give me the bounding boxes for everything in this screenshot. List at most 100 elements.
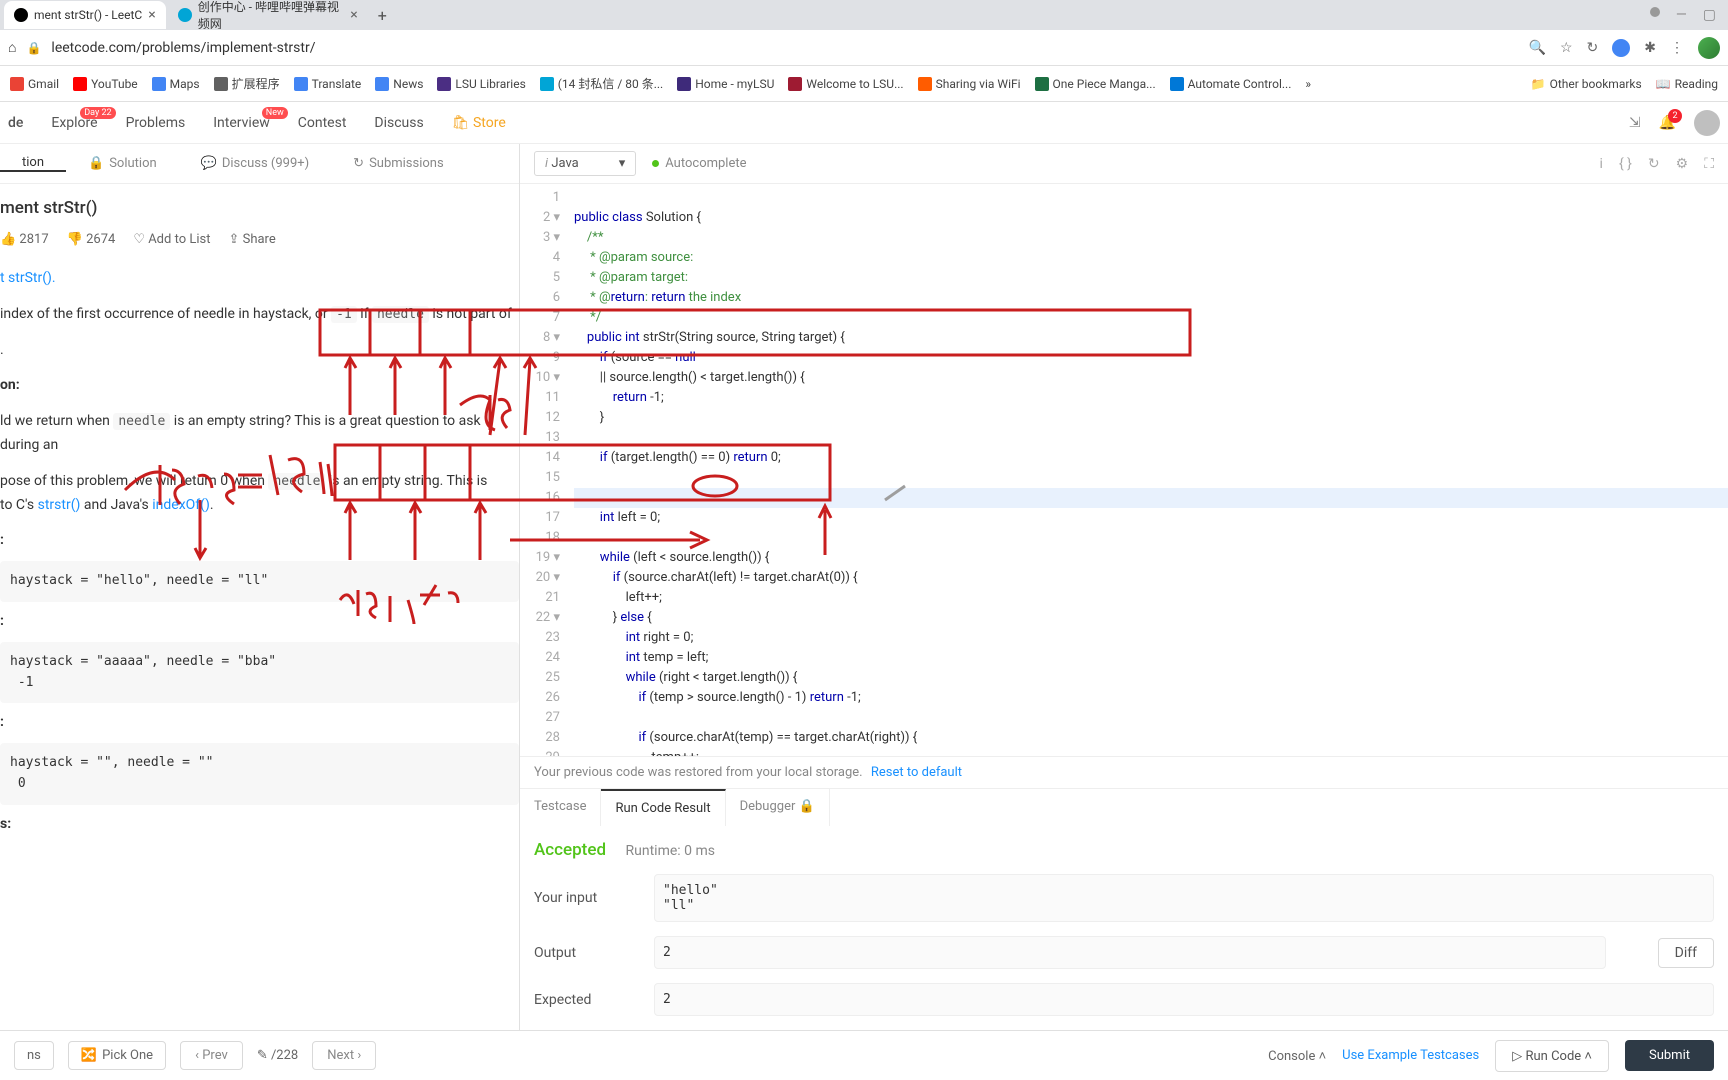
problem-meta: 👍 2817 👎 2674 ♡ Add to List ⇪ Share — [0, 232, 519, 247]
bookmark-item[interactable]: Maps — [152, 75, 200, 92]
lock-icon: 🔒 — [799, 799, 815, 814]
bookmarks-bar: Gmail YouTube Maps 扩展程序 Translate News LSU Lib… — [0, 66, 1728, 102]
close-icon[interactable]: × — [350, 7, 357, 23]
editor-pane: i Java▾ Autocomplete i { } ↻ ⚙ ⛶ 12 ▾3 ▾… — [520, 144, 1728, 1030]
braces-icon[interactable]: { } — [1619, 156, 1632, 172]
bookmark-item[interactable]: Automate Control... — [1170, 75, 1292, 92]
logo[interactable]: de — [8, 115, 23, 131]
minimize-icon[interactable]: — — [1676, 7, 1687, 23]
bookmark-item[interactable]: LSU Libraries — [437, 75, 525, 92]
reset-icon[interactable]: ↻ — [1648, 156, 1660, 172]
window-controls: — ▢ — [1650, 7, 1724, 23]
nav-contest[interactable]: Contest — [298, 115, 347, 131]
maximize-icon[interactable]: ▢ — [1703, 7, 1716, 23]
zoom-icon[interactable]: 🔍 — [1529, 40, 1546, 56]
more-bookmarks[interactable]: » — [1305, 77, 1311, 91]
leetcode-nav: de ExploreDay 22 Problems InterviewNew C… — [0, 102, 1728, 144]
result-tabs: Testcase Run Code Result Debugger 🔒 — [520, 788, 1728, 826]
problem-title: ment strStr() — [0, 198, 519, 218]
dislikes[interactable]: 👎 2674 — [67, 232, 116, 247]
nav-store[interactable]: 🛍 Store — [452, 115, 506, 131]
bookmark-item[interactable]: YouTube — [73, 75, 138, 92]
bookmark-item[interactable]: Sharing via WiFi — [918, 75, 1021, 92]
add-to-list[interactable]: ♡ Add to List — [133, 232, 210, 247]
bookmark-item[interactable]: News — [375, 75, 423, 92]
playground-icon[interactable]: ⇲ — [1629, 115, 1641, 131]
bookmark-item[interactable]: 扩展程序 — [214, 75, 280, 92]
code-editor[interactable]: 12 ▾3 ▾45678 ▾910 ▾111213141516171819 ▾2… — [520, 184, 1728, 756]
bookmark-item[interactable]: (14 封私信 / 80 条... — [540, 75, 663, 92]
leetcode-favicon — [14, 8, 28, 22]
settings-icon[interactable]: ⚙ — [1676, 156, 1689, 172]
bookmark-item[interactable]: Gmail — [10, 75, 59, 92]
use-example-testcases[interactable]: Use Example Testcases — [1342, 1048, 1479, 1063]
ns-button[interactable]: ns — [14, 1041, 54, 1070]
other-bookmarks[interactable]: 📁Other bookmarks — [1531, 77, 1642, 91]
bookmark-item[interactable]: Home - myLSU — [677, 75, 774, 92]
google-icon[interactable] — [1612, 39, 1630, 57]
info-icon[interactable]: i — [1600, 156, 1603, 172]
language-select[interactable]: i Java▾ — [534, 151, 636, 176]
debugger-tab[interactable]: Debugger 🔒 — [726, 789, 830, 826]
problem-tabs: tion 🔒 Solution 💬 Discuss (999+) ↻ Submi… — [0, 144, 519, 184]
nav-discuss[interactable]: Discuss — [374, 115, 423, 131]
prev-button[interactable]: ‹ Prev — [180, 1041, 243, 1070]
diff-button[interactable]: Diff — [1658, 938, 1714, 968]
new-tab-button[interactable]: + — [370, 6, 395, 25]
notifications-icon[interactable]: 🔔2 — [1659, 115, 1676, 131]
your-input-label: Your input — [534, 890, 614, 906]
tab-title: 创作中心 - 哔哩哔哩弹幕视频网 — [198, 1, 345, 29]
output-value: 2 — [654, 936, 1606, 969]
your-input-value: "hello" "ll" — [654, 874, 1714, 922]
menu-icon[interactable]: ⋮ — [1670, 40, 1684, 56]
nav-explore[interactable]: ExploreDay 22 — [51, 115, 97, 131]
profile-avatar[interactable] — [1698, 37, 1720, 59]
reading-list[interactable]: 📖Reading — [1656, 77, 1718, 91]
restore-bar: Your previous code was restored from you… — [520, 756, 1728, 788]
next-button[interactable]: Next › — [312, 1041, 376, 1070]
result-body: Accepted Runtime: 0 ms Your input "hello… — [520, 826, 1728, 1030]
status-accepted: Accepted — [534, 840, 606, 860]
console-toggle[interactable]: Console ˄ — [1268, 1048, 1326, 1064]
browser-tab[interactable]: 创作中心 - 哔哩哔哩弹幕视频网 × — [168, 1, 368, 29]
lock-icon[interactable]: 🔒 — [26, 41, 41, 55]
runcode-button[interactable]: ▷ Run Code ˄ — [1495, 1040, 1609, 1072]
bookmark-item[interactable]: One Piece Manga... — [1035, 75, 1156, 92]
status-dot-icon — [652, 160, 659, 167]
problem-count: ✎ /228 — [257, 1048, 298, 1063]
runcode-result-tab[interactable]: Run Code Result — [601, 789, 725, 826]
star-icon[interactable]: ☆ — [1560, 40, 1573, 56]
tab-submissions[interactable]: ↻ Submissions — [331, 156, 466, 171]
home-icon[interactable]: ⌂ — [8, 39, 16, 56]
fullscreen-icon[interactable]: ⛶ — [1704, 156, 1714, 172]
share[interactable]: ⇪ Share — [228, 232, 275, 247]
browser-tab-active[interactable]: ment strStr() - LeetC × — [4, 1, 166, 29]
url-bar: ⌂ 🔒 leetcode.com/problems/implement-strs… — [0, 30, 1728, 66]
likes[interactable]: 👍 2817 — [0, 232, 49, 247]
problem-description: t strStr(). index of the first occurrenc… — [0, 267, 519, 837]
bookmark-item[interactable]: Welcome to LSU... — [788, 75, 903, 92]
tab-title: ment strStr() - LeetC — [34, 8, 142, 22]
submit-button[interactable]: Submit — [1625, 1040, 1714, 1071]
output-label: Output — [534, 945, 614, 961]
tab-description[interactable]: tion — [0, 155, 66, 172]
chevron-down-icon: ▾ — [619, 156, 626, 171]
record-icon[interactable] — [1650, 7, 1660, 17]
refresh-icon[interactable]: ↻ — [1587, 40, 1599, 56]
close-icon[interactable]: × — [148, 7, 155, 23]
pickone-button[interactable]: 🔀 Pick One — [68, 1041, 166, 1070]
footer: ns 🔀 Pick One ‹ Prev ✎ /228 Next › Conso… — [0, 1030, 1728, 1080]
autocomplete-indicator: Autocomplete — [652, 156, 746, 171]
nav-problems[interactable]: Problems — [126, 115, 186, 131]
extensions-icon[interactable]: ✱ — [1644, 40, 1656, 56]
user-avatar[interactable] — [1694, 110, 1720, 136]
testcase-tab[interactable]: Testcase — [520, 789, 601, 826]
bookmark-item[interactable]: Translate — [294, 75, 362, 92]
reset-to-default[interactable]: Reset to default — [871, 765, 962, 780]
tab-discuss[interactable]: 💬 Discuss (999+) — [179, 156, 331, 171]
tab-solution[interactable]: 🔒 Solution — [66, 156, 179, 171]
runtime: Runtime: 0 ms — [626, 843, 715, 859]
problem-pane: tion 🔒 Solution 💬 Discuss (999+) ↻ Submi… — [0, 144, 520, 1030]
nav-interview[interactable]: InterviewNew — [213, 115, 270, 131]
url-text[interactable]: leetcode.com/problems/implement-strstr/ — [51, 40, 1518, 56]
